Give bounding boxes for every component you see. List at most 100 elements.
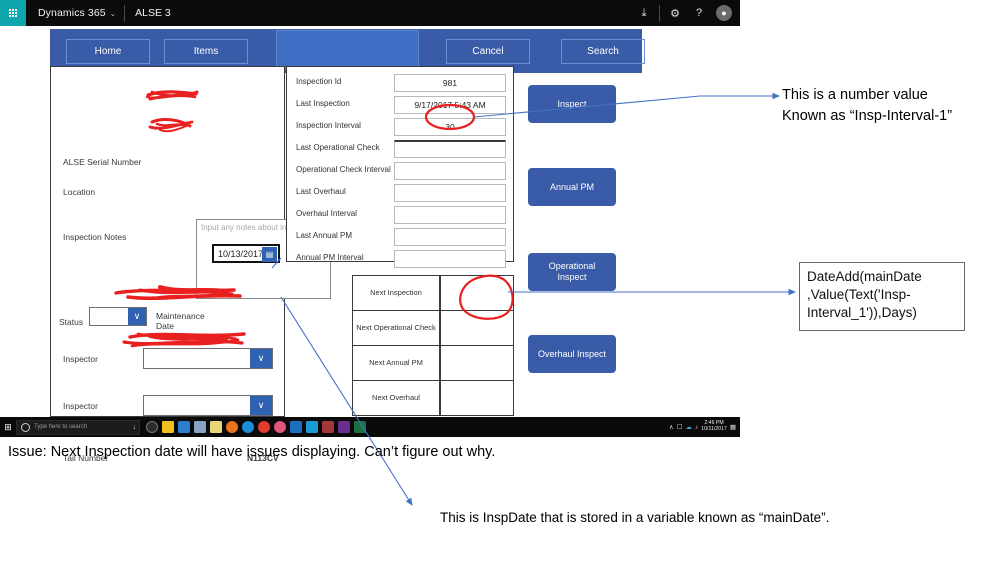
location-label: Location	[63, 187, 96, 197]
chevron-down-icon: ⌄	[109, 9, 117, 18]
inspector-1-dropdown[interactable]: ∨	[143, 348, 273, 369]
nav-search-button[interactable]: Search	[561, 39, 645, 64]
annotation-number-value-l2: Known as “Insp-Interval-1”	[782, 107, 953, 124]
detail-label: Inspection Interval	[296, 121, 361, 130]
detail-row: Last Inspection 9/17/2017 5:43 AM	[287, 95, 513, 117]
table-row: Next Inspection	[352, 275, 514, 311]
detail-row: Annual PM Interval	[287, 249, 513, 271]
inspector-2-dropdown[interactable]: ∨	[143, 395, 273, 416]
annotation-formula-box: DateAdd(mainDate ,Value(Text('Insp- Inte…	[799, 262, 965, 331]
detail-label: Last Inspection	[296, 99, 350, 108]
detail-label: Last Operational Check	[296, 143, 380, 152]
maintenance-date-label-l1: Maintenance	[156, 311, 205, 321]
nav-items-button[interactable]: Items	[164, 39, 248, 64]
annotation-number-value-l1: This is a number value	[782, 87, 928, 103]
formula-line-2: ,Value(Text('Insp-	[807, 286, 911, 302]
brand-label[interactable]: Dynamics 365 ⌄	[26, 7, 124, 19]
volume-icon[interactable]: ♪	[695, 424, 698, 431]
nav-highlighted-tab[interactable]	[276, 30, 419, 70]
avatar[interactable]: ●	[716, 5, 732, 21]
sticky-notes-icon[interactable]	[210, 421, 222, 433]
network-icon[interactable]: ☐	[677, 423, 683, 431]
detail-value-inspection-interval[interactable]: 30	[394, 118, 506, 136]
detail-value[interactable]	[394, 140, 506, 158]
taskbar-clock[interactable]: 2:46 PM 10/11/2017	[701, 420, 727, 433]
detail-value[interactable]	[394, 250, 506, 268]
nav-cancel-button[interactable]: Cancel	[446, 39, 530, 64]
detail-row: Last Overhaul	[287, 183, 513, 205]
detail-row: Last Operational Check	[287, 139, 513, 161]
embedded-app-screenshot: Dynamics 365 ⌄ ALSE 3 ⤓ ⚙ ? ● Home Items …	[0, 0, 740, 463]
store-icon[interactable]	[194, 421, 206, 433]
teams-icon[interactable]	[178, 421, 190, 433]
onenote-icon[interactable]	[322, 421, 334, 433]
chevron-down-icon: ∨	[128, 308, 146, 325]
firefox-icon[interactable]	[226, 421, 238, 433]
annotation-maindate-text: This is InspDate that is stored in a var…	[440, 510, 830, 525]
file-explorer-icon[interactable]	[162, 421, 174, 433]
formula-line-3: Interval_1')),Days)	[807, 304, 917, 320]
inspector-2-label: Inspector	[63, 401, 98, 411]
detail-row: Overhaul Interval	[287, 205, 513, 227]
detail-value[interactable]: 981	[394, 74, 506, 92]
app-name-label[interactable]: ALSE 3	[125, 7, 181, 19]
operational-inspect-label-l1: Operational	[548, 261, 596, 272]
detail-label: Overhaul Interval	[296, 209, 357, 218]
tray-expand-icon[interactable]: ∧	[669, 423, 674, 431]
windows-start-icon[interactable]: ⊞	[0, 422, 16, 433]
serial-number-label: ALSE Serial Number	[63, 157, 142, 167]
operational-inspect-label-l2: Inspect	[557, 272, 587, 282]
task-view-icon[interactable]	[146, 421, 158, 433]
chevron-down-icon: ∨	[250, 349, 272, 368]
screenshot-root: Dynamics 365 ⌄ ALSE 3 ⤓ ⚙ ? ● Home Items …	[0, 0, 999, 562]
action-center-icon[interactable]: ▦	[730, 423, 736, 431]
operational-inspect-button[interactable]: Operational Inspect	[528, 253, 616, 291]
calendar-icon[interactable]: ▤	[262, 247, 277, 262]
onedrive-icon[interactable]: ☁	[686, 423, 693, 431]
detail-value[interactable]	[394, 184, 506, 202]
inspection-form-card: ALSE Serial Number Location Inspection N…	[50, 66, 331, 463]
annual-pm-button[interactable]: Annual PM	[528, 168, 616, 206]
dynamics-top-bar: Dynamics 365 ⌄ ALSE 3 ⤓ ⚙ ? ●	[0, 0, 740, 26]
skype-icon[interactable]	[306, 421, 318, 433]
overhaul-inspect-button[interactable]: Overhaul Inspect	[528, 335, 616, 373]
powerapps-icon[interactable]	[338, 421, 350, 433]
edge-icon[interactable]	[242, 421, 254, 433]
inspection-notes-label: Inspection Notes	[63, 232, 127, 242]
taskbar-app-icons	[146, 421, 366, 433]
clock-date: 10/11/2017	[701, 426, 727, 432]
microphone-icon[interactable]: ↓	[133, 424, 137, 431]
inspect-button[interactable]: Inspect	[528, 85, 616, 123]
status-dropdown[interactable]: ∨	[89, 307, 147, 326]
detail-value[interactable]	[394, 228, 506, 246]
next-annual-pm-label: Next Annual PM	[353, 346, 441, 380]
detail-label: Last Overhaul	[296, 187, 346, 196]
maintenance-date-input[interactable]: 10/13/2017 ▤	[212, 244, 280, 263]
next-overhaul-value[interactable]	[441, 381, 513, 415]
next-inspection-label: Next Inspection	[353, 276, 441, 310]
taskbar-search-placeholder: Type here to search	[34, 424, 88, 430]
detail-value[interactable]: 9/17/2017 5:43 AM	[394, 96, 506, 114]
next-annual-pm-value[interactable]	[441, 346, 513, 380]
table-row: Next Annual PM	[352, 345, 514, 381]
maintenance-date-value: 10/13/2017	[218, 248, 264, 259]
topbar-divider-2	[659, 4, 660, 22]
nav-home-button[interactable]: Home	[66, 39, 150, 64]
next-operational-check-value[interactable]	[441, 311, 513, 345]
taskbar-search-input[interactable]: Type here to search ↓	[16, 419, 140, 435]
detail-value[interactable]	[394, 206, 506, 224]
detail-label: Last Annual PM	[296, 231, 353, 240]
next-inspection-value[interactable]	[441, 276, 513, 310]
app-icon[interactable]	[274, 421, 286, 433]
waffle-menu-icon[interactable]	[0, 0, 26, 26]
gear-icon[interactable]: ⚙	[663, 0, 687, 26]
help-icon[interactable]: ?	[687, 0, 711, 26]
chrome-icon[interactable]	[258, 421, 270, 433]
detail-label: Operational Check Interval	[296, 165, 391, 174]
excel-icon[interactable]	[354, 421, 366, 433]
inspector-1-label: Inspector	[63, 354, 98, 364]
next-dates-grid: Next Inspection Next Operational Check N…	[352, 275, 514, 417]
detail-value[interactable]	[394, 162, 506, 180]
download-icon[interactable]: ⤓	[632, 0, 656, 26]
outlook-icon[interactable]	[290, 421, 302, 433]
